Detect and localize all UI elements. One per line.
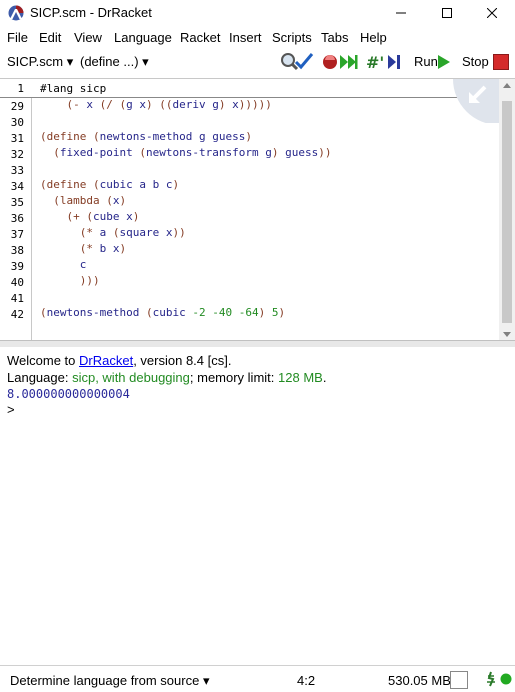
line-number: 29 — [10, 100, 24, 113]
line-number: 41 — [10, 292, 24, 305]
minimize-icon — [396, 12, 406, 14]
menu-insert[interactable]: Insert — [229, 30, 262, 45]
memory-usage[interactable]: 530.05 MB — [388, 673, 451, 688]
svg-text:#': #' — [366, 53, 384, 72]
code-line: #lang sicp — [40, 82, 107, 95]
definitions-editor[interactable]: 1 #lang sicp 29 (- x (/ (g x) ((deriv g)… — [0, 78, 515, 341]
stop-button[interactable]: Stop — [462, 54, 489, 69]
define-menu-label: (define ...) — [80, 54, 139, 69]
code-line-31: (define (newtons-method g guess) — [40, 130, 252, 143]
menu-language[interactable]: Language — [114, 30, 172, 45]
online-checker-icon — [487, 671, 512, 687]
menu-scripts[interactable]: Scripts — [272, 30, 312, 45]
line-number: 33 — [10, 164, 24, 177]
toolbar: SICP.scm ▾ (define ...) ▾ #' Run Stop — [0, 50, 515, 74]
debug-button[interactable] — [322, 52, 358, 72]
menu-bar: File Edit View Language Racket Insert Sc… — [0, 28, 515, 48]
line-number: 37 — [10, 228, 24, 241]
scrollbar-track — [502, 83, 512, 337]
welcome-suffix: , version 8.4 [cs]. — [133, 353, 232, 368]
line-number: 38 — [10, 244, 24, 257]
cursor-position: 4:2 — [297, 673, 316, 688]
run-label: Run — [414, 54, 438, 69]
maximize-button[interactable] — [424, 0, 470, 26]
stop-label: Stop — [462, 54, 489, 69]
code-line-34: (define (cubic a b c) — [40, 178, 180, 191]
run-icon — [438, 55, 450, 69]
dropdown-arrow-icon: ▾ — [63, 54, 74, 69]
gc-indicator — [450, 671, 468, 689]
code-line-40: ))) — [40, 274, 100, 287]
line-number: 32 — [10, 148, 24, 161]
menu-tabs[interactable]: Tabs — [321, 30, 348, 45]
menu-file[interactable]: File — [7, 30, 28, 45]
menu-edit[interactable]: Edit — [39, 30, 61, 45]
menu-view[interactable]: View — [74, 30, 102, 45]
sticky-lang-line: 1 #lang sicp — [0, 79, 515, 98]
run-button[interactable]: Run — [414, 54, 438, 69]
line-number: 39 — [10, 260, 24, 273]
line-number: 35 — [10, 196, 24, 209]
line-number: 30 — [10, 116, 24, 129]
line-number: 34 — [10, 180, 24, 193]
welcome-line: Welcome to DrRacket, version 8.4 [cs]. — [7, 353, 231, 368]
file-menu-label: SICP.scm — [7, 54, 64, 69]
close-icon — [487, 8, 497, 18]
menu-racket[interactable]: Racket — [180, 30, 220, 45]
close-button[interactable] — [469, 0, 515, 26]
dropdown-arrow-icon: ▾ — [199, 673, 210, 688]
memory-suffix: . — [322, 370, 327, 385]
interactions-pane[interactable]: Welcome to DrRacket, version 8.4 [cs]. L… — [0, 347, 515, 662]
code-line-36: (+ (cube x) — [40, 210, 140, 223]
minimize-button[interactable] — [378, 0, 424, 26]
editor-scrollbar[interactable] — [499, 79, 515, 341]
memory-prefix: ; memory limit: — [189, 370, 279, 385]
drracket-logo-icon — [8, 5, 24, 21]
language-select-label: Determine language from source — [10, 673, 200, 688]
welcome-prefix: Welcome to — [7, 353, 80, 368]
macro-stepper-button[interactable]: #' — [366, 52, 404, 72]
line-number: 1 — [17, 82, 24, 95]
stop-icon — [493, 54, 509, 70]
code-line-29: (- x (/ (g x) ((deriv g) x))))) — [40, 98, 272, 111]
code-line-35: (lambda (x) — [40, 194, 127, 207]
code-line-42: (newtons-method (cubic -2 -40 -64) 5) — [40, 306, 286, 319]
scroll-arrow-icon — [453, 79, 499, 123]
drracket-link[interactable]: DrRacket — [79, 353, 133, 368]
language-select[interactable]: Determine language from source ▾ — [10, 673, 209, 689]
dropdown-arrow-icon: ▾ — [138, 54, 149, 69]
code-line-39: c — [40, 258, 87, 271]
language-line: Language: sicp, with debugging; memory l… — [7, 370, 326, 385]
window-title: SICP.scm - DrRacket — [30, 5, 152, 20]
file-menu-button[interactable]: SICP.scm ▾ — [7, 54, 73, 70]
code-line-32: (fixed-point (newtons-transform g) guess… — [40, 146, 332, 159]
line-number: 31 — [10, 132, 24, 145]
status-bar: Determine language from source ▾ 4:2 530… — [0, 665, 515, 692]
language-value: sicp, with debugging — [72, 370, 190, 385]
check-syntax-button[interactable] — [280, 52, 314, 72]
maximize-icon — [442, 8, 452, 18]
repl-prompt: > — [7, 402, 15, 417]
define-menu-button[interactable]: (define ...) ▾ — [80, 54, 149, 70]
result-output: 8.000000000000004 — [7, 387, 130, 401]
line-number: 36 — [10, 212, 24, 225]
line-number: 42 — [10, 308, 24, 321]
line-number: 40 — [10, 276, 24, 289]
code-line-38: (* b x) — [40, 242, 127, 255]
memory-limit-value: 128 MB — [278, 370, 323, 385]
code-line-37: (* a (square x)) — [40, 226, 186, 239]
language-prefix: Language: — [7, 370, 73, 385]
title-bar: SICP.scm - DrRacket — [0, 0, 515, 26]
menu-help[interactable]: Help — [360, 30, 387, 45]
